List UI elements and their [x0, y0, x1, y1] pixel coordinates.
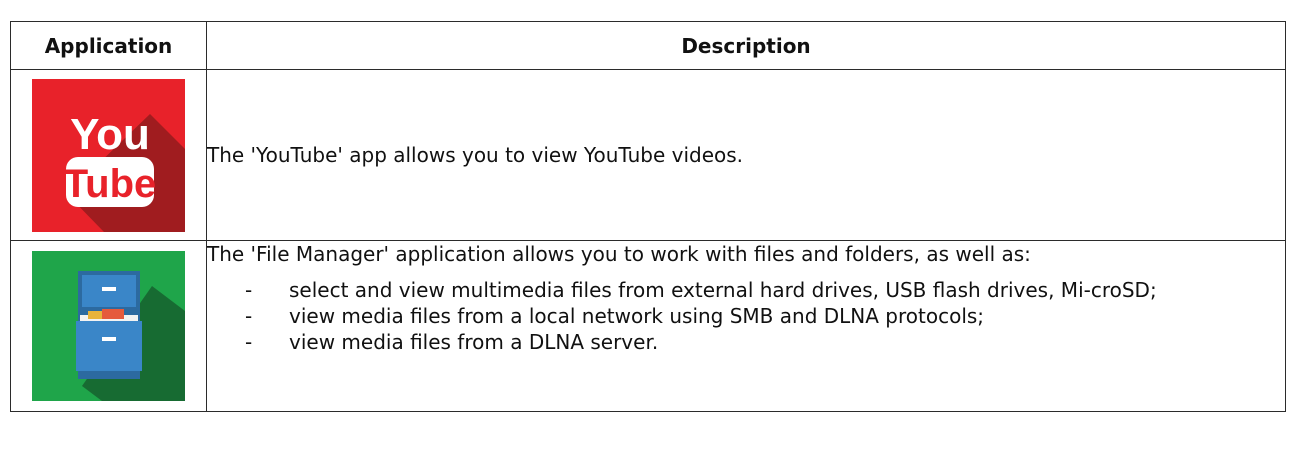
- description-cell: The 'YouTube' app allows you to view You…: [206, 69, 1286, 241]
- app-icon-cell: You Tube: [10, 69, 207, 241]
- applications-table: Application Description You Tube The 'Yo…: [10, 21, 1286, 412]
- list-item-text: view media files from a DLNA server.: [289, 330, 659, 354]
- youtube-description: The 'YouTube' app allows you to view You…: [207, 143, 744, 167]
- list-item: - view media files from a local network …: [207, 303, 1285, 329]
- feature-list: - select and view multimedia files from …: [207, 277, 1285, 355]
- list-item: - select and view multimedia files from …: [207, 277, 1285, 303]
- table-row-file-manager: The 'File Manager' application allows yo…: [10, 240, 1286, 412]
- list-item: - view media files from a DLNA server.: [207, 329, 1285, 355]
- youtube-icon-text-top: You: [70, 110, 150, 159]
- bullet-dash: -: [245, 330, 253, 354]
- header-application: Application: [10, 21, 207, 70]
- youtube-icon-text-bottom: Tube: [64, 162, 157, 206]
- bullet-dash: -: [245, 304, 253, 328]
- file-manager-intro: The 'File Manager' application allows yo…: [207, 242, 1031, 266]
- list-item-text: select and view multimedia files from ex…: [289, 278, 1157, 302]
- app-icon-cell: [10, 240, 207, 412]
- file-manager-icon: [32, 251, 185, 401]
- bullet-dash: -: [245, 278, 253, 302]
- header-description: Description: [206, 21, 1286, 70]
- table-header-row: Application Description: [10, 21, 1286, 70]
- description-cell: The 'File Manager' application allows yo…: [206, 240, 1286, 412]
- table-row-youtube: You Tube The 'YouTube' app allows you to…: [10, 69, 1286, 241]
- youtube-icon: You Tube: [32, 78, 185, 232]
- list-item-text: view media files from a local network us…: [289, 304, 985, 328]
